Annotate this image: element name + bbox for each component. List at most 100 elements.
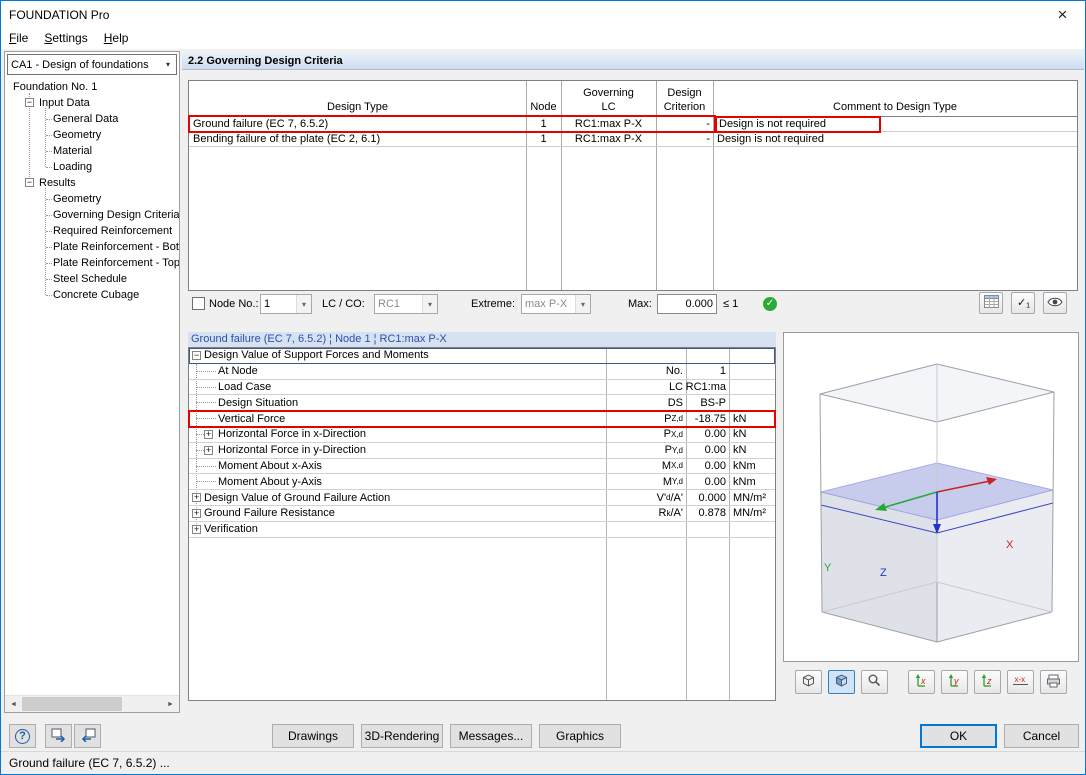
title-bar: FOUNDATION Pro × [1,1,1085,28]
view-solid-button[interactable] [828,670,855,694]
node-select[interactable]: 1 ▾ [260,294,312,314]
extreme-select[interactable]: max P-X ▾ [521,294,591,314]
collapse-icon[interactable]: − [25,178,34,187]
solid-box-icon [834,673,849,691]
tree-item-concrete-cubage[interactable]: Concrete Cubage [5,287,179,303]
svg-text:y: y [953,676,959,686]
axis-label-x: X [1006,539,1014,551]
3d-viewport[interactable]: Y Z X [783,332,1079,662]
detail-title: Ground failure (EC 7, 6.5.2) ¦ Node 1 ¦ … [188,332,776,347]
criteria-row-ground-failure-ec-7-6-5-2[interactable]: Ground failure (EC 7, 6.5.2) 1 RC1:max P-X… [189,115,1077,133]
detail-row-at-node[interactable]: At Node No. 1 [189,364,775,380]
max-label: Max: [628,298,652,310]
scroll-right-icon[interactable]: ► [162,696,179,712]
detail-table: − Design Value of Support Forces and Mome… [188,347,776,701]
tree-item-steel-schedule[interactable]: Steel Schedule [5,271,179,287]
menu-help[interactable]: Help [96,28,137,49]
chevron-down-icon: ▾ [575,295,590,313]
tree-item-governing-design-criteria[interactable]: Governing Design Criteria [5,207,179,223]
detail-row-vertical-force[interactable]: Vertical Force P Z,d -18.75 kN [189,411,775,427]
viewport-toolbar: x y z x-x [783,669,1079,695]
expand-icon[interactable]: + [192,524,201,534]
expand-icon[interactable]: + [192,493,201,503]
navigator-panel: CA1 - Design of foundations ▾ Foundation… [4,51,180,713]
svg-text:z: z [986,676,992,686]
printout-button[interactable] [45,724,72,748]
design-case-selector[interactable]: CA1 - Design of foundations ▾ [7,54,177,75]
section-icon: x-x [1012,673,1029,691]
ok-button[interactable]: OK [920,724,997,748]
filter-buttons: ✓ 1 [979,292,1067,314]
tree-item-plate-reinforcement-top[interactable]: Plate Reinforcement - Top [5,255,179,271]
3d-rendering-button[interactable]: 3D-Rendering [361,724,443,748]
col-design-type: Design Type [327,101,388,113]
detail-row-horizontal-force-in-y-direction[interactable]: + Horizontal Force in y-Direction P Y,d 0.00… [189,443,775,459]
detail-row-design-situation[interactable]: Design Situation DS BS-P [189,395,775,412]
detail-row-ground-failure-resistance[interactable]: + Ground Failure Resistance Rk/A' 0.878 MN/m… [189,506,775,522]
col-comment: Comment to Design Type [833,101,957,113]
view-in-x-button[interactable]: x [908,670,935,694]
axis-icon: y [947,673,962,691]
tree-item-required-reinforcement[interactable]: Required Reinforcement [5,223,179,239]
scroll-left-icon[interactable]: ◄ [5,696,22,712]
scrollbar-thumb[interactable] [22,697,122,711]
tree-horizontal-scrollbar[interactable]: ◄ ► [5,695,179,712]
zoom-button[interactable] [861,670,888,694]
view-in-y-button[interactable]: y [941,670,968,694]
drawings-button[interactable]: Drawings [272,724,354,748]
print-graphic-button[interactable] [1040,670,1067,694]
zoom-cursor-icon [867,673,882,691]
expand-icon[interactable]: + [204,429,213,439]
tree-item-general-data[interactable]: General Data [5,111,179,127]
detail-row-horizontal-force-in-x-direction[interactable]: + Horizontal Force in x-Direction P X,d 0.00… [189,427,775,443]
tree-item-plate-reinforcement-bottom[interactable]: Plate Reinforcement - Bottom [5,239,179,255]
lc-co-select[interactable]: RC1 ▾ [374,294,438,314]
app-window: FOUNDATION Pro × File Settings Help CA1 - … [0,0,1086,775]
menu-file[interactable]: File [1,28,36,49]
node-filter-checkbox[interactable] [192,297,205,310]
tree-item-input-data[interactable]: − Input Data [5,95,179,111]
chevron-down-icon: ▾ [422,295,437,313]
section-view-button[interactable]: x-x [1007,670,1034,694]
detail-row-design-value-of-support-forces-and-moments[interactable]: − Design Value of Support Forces and Mome… [189,348,775,364]
expand-icon[interactable]: + [204,445,213,455]
close-icon: × [1057,4,1068,24]
view-wireframe-button[interactable] [795,670,822,694]
wireframe-box-icon [801,673,816,691]
svg-text:1: 1 [1026,301,1030,309]
messages-button[interactable]: Messages... [450,724,532,748]
tree-item-material[interactable]: Material [5,143,179,159]
detail-row-verification[interactable]: + Verification [189,522,775,538]
check-criterion-button[interactable]: ✓ 1 [1011,292,1035,314]
svg-text:✓: ✓ [1017,297,1026,308]
expand-icon[interactable]: + [192,508,201,518]
criteria-row-bending-failure-of-the-plate-ec-2-6-1[interactable]: Bending failure of the plate (EC 2, 6.1)… [189,132,1077,147]
close-button[interactable]: × [1040,1,1085,28]
graphics-button[interactable]: Graphics [539,724,621,748]
help-button[interactable]: ? [9,724,36,748]
tree-item-loading[interactable]: Loading [5,159,179,175]
detail-row-moment-about-x-axis[interactable]: Moment About x-Axis M X,d 0.00 kNm [189,459,775,475]
extreme-label: Extreme: [471,298,516,310]
criterion-fulfilled-icon: ✓ [763,297,777,311]
window-title: FOUNDATION Pro [9,7,110,22]
max-value-input[interactable] [657,294,717,314]
result-table-button[interactable] [979,292,1003,314]
result-table-icon [983,295,999,311]
detail-row-load-case[interactable]: Load Case LC RC1:ma [189,380,775,396]
view-in-z-button[interactable]: z [974,670,1001,694]
tree-item-geometry[interactable]: Geometry [5,191,179,207]
collapse-icon[interactable]: − [25,98,34,107]
tree-item-geometry[interactable]: Geometry [5,127,179,143]
menu-settings[interactable]: Settings [36,28,95,49]
collapse-icon[interactable]: − [192,351,201,360]
detail-row-design-value-of-ground-failure-action[interactable]: + Design Value of Ground Failure Action V'… [189,490,775,506]
export-button[interactable] [74,724,101,748]
tree-item-foundation-no-1[interactable]: Foundation No. 1 [5,79,179,95]
cancel-button[interactable]: Cancel [1004,724,1079,748]
visibility-button[interactable] [1043,292,1067,314]
detail-row-moment-about-y-axis[interactable]: Moment About y-Axis M Y,d 0.00 kNm [189,474,775,491]
col-design-criterion: Design Criterion [663,87,706,113]
tree-item-results[interactable]: − Results [5,175,179,191]
col-governing-lc: Governing LC [583,87,634,113]
